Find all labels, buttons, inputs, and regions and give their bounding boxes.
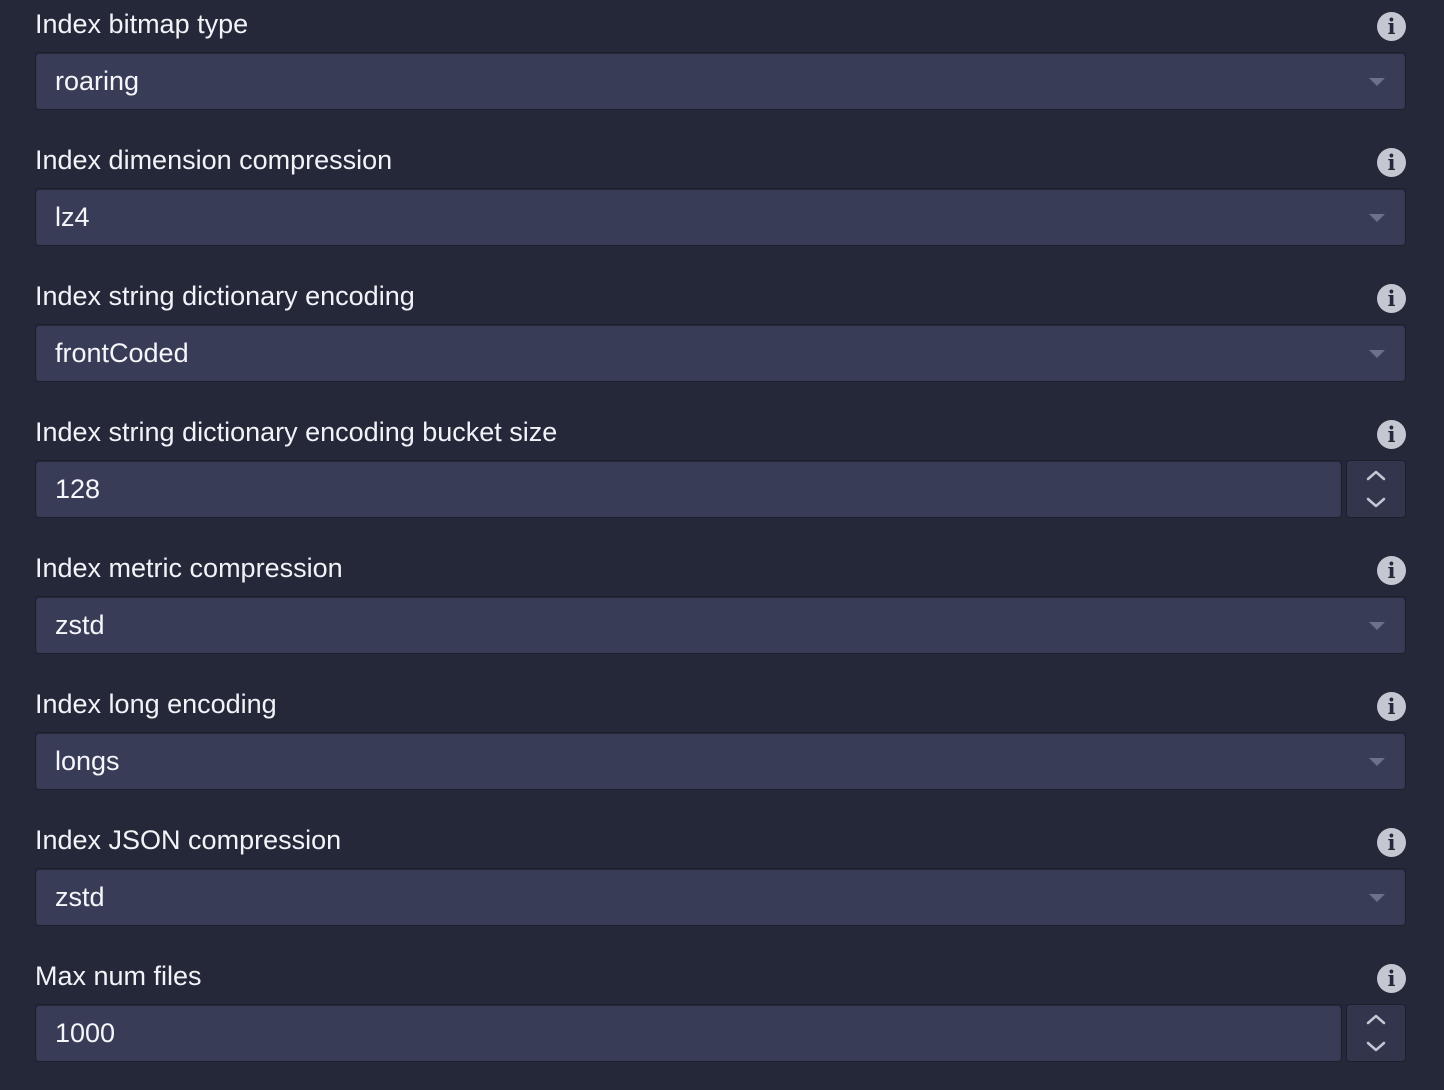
info-icon[interactable]: i (1377, 692, 1406, 721)
info-icon[interactable]: i (1377, 12, 1406, 41)
field-label: Index bitmap type (35, 9, 249, 39)
increment-button[interactable] (1347, 1005, 1405, 1034)
field-index-metric-compression: Index metric compression i zstd (0, 544, 1444, 680)
field-label: Max num files (35, 961, 202, 991)
index-json-compression-select[interactable]: zstd (35, 868, 1406, 926)
chevron-up-icon (1366, 470, 1386, 481)
index-long-encoding-select[interactable]: longs (35, 732, 1406, 790)
index-bitmap-type-select[interactable]: roaring (35, 52, 1406, 110)
chevron-up-icon (1366, 1014, 1386, 1025)
field-label: Index string dictionary encoding bucket … (35, 417, 558, 447)
field-index-bitmap-type: Index bitmap type i roaring (0, 0, 1444, 136)
caret-down-icon (1369, 894, 1385, 902)
info-icon[interactable]: i (1377, 964, 1406, 993)
info-icon[interactable]: i (1377, 148, 1406, 177)
chevron-down-icon (1366, 1041, 1386, 1052)
ingestion-tuning-form: Index bitmap type i roaring Index dimens… (0, 0, 1444, 1090)
field-index-string-dictionary-encoding: Index string dictionary encoding i front… (0, 272, 1444, 408)
info-icon[interactable]: i (1377, 420, 1406, 449)
info-icon[interactable]: i (1377, 284, 1406, 313)
info-icon[interactable]: i (1377, 828, 1406, 857)
increment-button[interactable] (1347, 461, 1405, 490)
bucket-size-input[interactable]: 128 (35, 460, 1342, 518)
caret-down-icon (1369, 78, 1385, 86)
select-value: roaring (55, 66, 140, 96)
field-index-json-compression: Index JSON compression i zstd (0, 816, 1444, 952)
caret-down-icon (1369, 622, 1385, 630)
caret-down-icon (1369, 758, 1385, 766)
caret-down-icon (1369, 350, 1385, 358)
select-value: longs (55, 746, 120, 776)
field-index-string-dictionary-bucket-size: Index string dictionary encoding bucket … (0, 408, 1444, 544)
index-dimension-compression-select[interactable]: lz4 (35, 188, 1406, 246)
select-value: zstd (55, 882, 105, 912)
field-max-num-files: Max num files i 1000 (0, 952, 1444, 1088)
field-label: Index long encoding (35, 689, 277, 719)
index-metric-compression-select[interactable]: zstd (35, 596, 1406, 654)
field-label: Index string dictionary encoding (35, 281, 415, 311)
input-value: 128 (55, 474, 101, 504)
field-index-dimension-compression: Index dimension compression i lz4 (0, 136, 1444, 272)
caret-down-icon (1369, 214, 1385, 222)
decrement-button[interactable] (1347, 489, 1405, 517)
chevron-down-icon (1366, 497, 1386, 508)
bucket-size-stepper (1346, 460, 1406, 518)
select-value: zstd (55, 610, 105, 640)
select-value: frontCoded (55, 338, 189, 368)
field-index-long-encoding: Index long encoding i longs (0, 680, 1444, 816)
field-label: Index JSON compression (35, 825, 342, 855)
field-label: Index dimension compression (35, 145, 393, 175)
input-value: 1000 (55, 1018, 116, 1048)
select-value: lz4 (55, 202, 90, 232)
decrement-button[interactable] (1347, 1033, 1405, 1061)
index-string-dictionary-encoding-select[interactable]: frontCoded (35, 324, 1406, 382)
max-num-files-stepper (1346, 1004, 1406, 1062)
info-icon[interactable]: i (1377, 556, 1406, 585)
max-num-files-input[interactable]: 1000 (35, 1004, 1342, 1062)
field-label: Index metric compression (35, 553, 343, 583)
